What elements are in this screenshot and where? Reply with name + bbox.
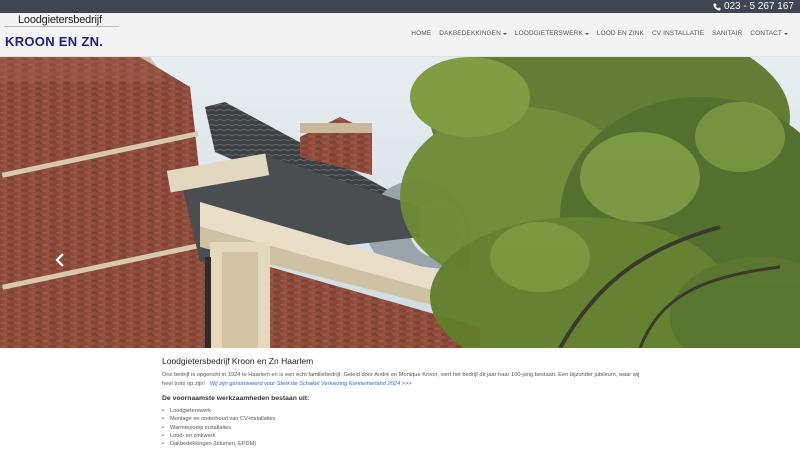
services-list: Loodgieterswerk Montage en onderhoud van…	[162, 407, 642, 449]
nav-sanitair-label: SANITAIR	[712, 30, 743, 37]
site-header: Loodgietersbedrijf KROON EN ZN. HOME DAK…	[0, 13, 800, 57]
intro-paragraph: Ons bedrijf is opgericht in 1924 te Haar…	[162, 371, 642, 388]
phone-number[interactable]: 023 - 5 267 167	[713, 0, 794, 13]
list-item: Montage en onderhoud van CV-installaties	[162, 415, 642, 424]
nav-contact-label: CONTACT	[750, 30, 782, 37]
nav-dakbedekkingen[interactable]: DAKBEDEKKINGEN	[435, 30, 511, 37]
nav-contact[interactable]: CONTACT	[746, 30, 792, 37]
nav-lood-en-zink-label: LOOD EN ZINK	[596, 30, 644, 37]
nav-loodgieterswerk[interactable]: LOODGIETERSWERK	[511, 30, 593, 37]
logo-tagline[interactable]: Loodgietersbedrijf	[18, 14, 102, 26]
nav-loodgieterswerk-label: LOODGIETERSWERK	[514, 30, 583, 37]
hero-image	[0, 57, 800, 348]
logo-name[interactable]: KROON EN ZN.	[5, 34, 103, 49]
nomination-link[interactable]: Wij zijn genomineerd voor Sterkste Schak…	[210, 381, 412, 387]
page-title: Loodgietersbedrijf Kroon en Zn Haarlem	[162, 356, 314, 366]
hero-carousel	[0, 57, 800, 348]
caret-down-icon	[502, 32, 507, 35]
phone-text: 023 - 5 267 167	[723, 1, 794, 12]
nav-cv-installatie-label: CV INSTALLATIE	[651, 30, 705, 37]
nav-cv-installatie[interactable]: CV INSTALLATIE	[648, 30, 708, 37]
main-content: Loodgietersbedrijf Kroon en Zn Haarlem O…	[162, 356, 642, 449]
list-item: Loodgieterswerk	[162, 407, 642, 416]
nav-dakbedekkingen-label: DAKBEDEKKINGEN	[439, 30, 501, 37]
chevron-left-icon	[55, 253, 64, 267]
services-heading: De voornaamste werkzaamheden bestaan uit…	[162, 395, 310, 402]
caret-down-icon	[584, 32, 589, 35]
nav-home[interactable]: HOME	[407, 30, 435, 37]
nav-home-label: HOME	[411, 30, 432, 37]
caret-down-icon	[784, 32, 788, 35]
list-item: Warmtepomp installaties	[162, 424, 642, 433]
top-bar: 023 - 5 267 167	[0, 0, 800, 13]
list-item: Lood- en zinkwerk	[162, 432, 642, 441]
phone-icon	[713, 3, 721, 10]
main-nav: HOME DAKBEDEKKINGEN LOODGIETERSWERK LOOD…	[407, 30, 792, 37]
carousel-prev-button[interactable]	[54, 252, 66, 268]
nav-sanitair[interactable]: SANITAIR	[708, 30, 746, 37]
list-item: Dakbedekkingen (bitumen, EPDM)	[162, 440, 642, 449]
logo-divider	[4, 26, 119, 27]
nav-lood-en-zink[interactable]: LOOD EN ZINK	[593, 30, 648, 37]
